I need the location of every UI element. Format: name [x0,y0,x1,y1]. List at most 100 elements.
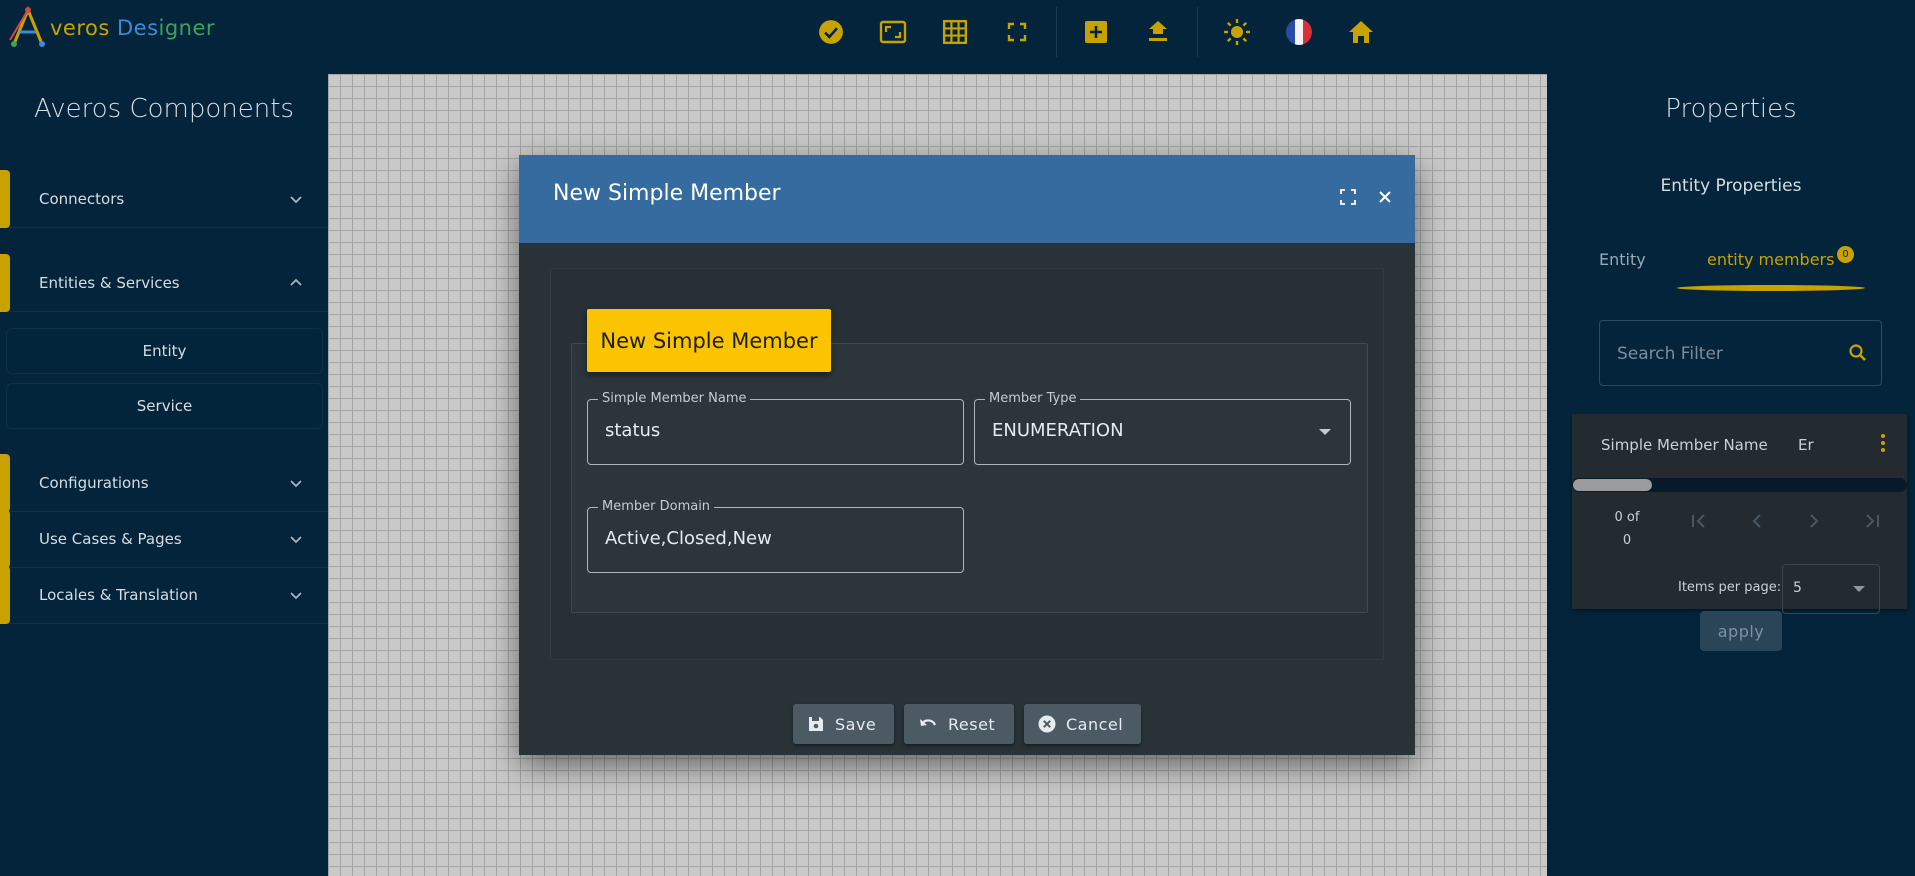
member-type-select[interactable]: Member Type ENUMERATION [974,391,1351,465]
search-filter [1599,320,1882,386]
member-domain-field[interactable]: Member Domain Active,Closed,New [587,499,964,573]
group-accent-bar [0,454,10,512]
sidebar-group-use-cases-pages[interactable]: Use Cases & Pages [0,510,328,568]
sidebar-group-label: Configurations [39,473,149,492]
field-label: Member Type [985,391,1081,407]
home-button[interactable] [1338,12,1384,52]
last-page-icon[interactable] [1862,511,1882,531]
sidebar-group-locales-translation[interactable]: Locales & Translation [0,566,328,624]
sidebar-title: Averos Components [34,94,294,124]
maximize-icon[interactable] [1339,188,1357,206]
app-logo: veros Designer [6,4,215,50]
chevron-up-icon [290,278,302,286]
members-count-badge: 0 [1837,246,1854,263]
dropdown-arrow-icon [1319,429,1331,435]
french-flag-icon [1286,19,1312,45]
active-tab-indicator [1677,285,1865,291]
simple-member-name-input[interactable]: status [605,420,660,441]
components-sidebar: Averos Components Connectors Entities & … [0,64,328,876]
chevron-down-icon [290,535,302,543]
field-label: Simple Member Name [598,391,751,407]
members-table: Simple Member Name Er 0 of 0 Items per p… [1572,414,1907,614]
close-icon[interactable] [1376,188,1394,206]
sidebar-item-service[interactable]: Service [6,383,323,429]
items-per-page-select[interactable]: 5 [1782,564,1880,614]
fit-screen-button[interactable] [870,12,916,52]
sidebar-group-label: Entities & Services [39,273,180,292]
items-per-page-label: Items per page: [1678,580,1782,595]
properties-panel: Properties Entity Properties Entity enti… [1547,64,1915,876]
next-page-icon[interactable] [1804,511,1824,531]
form-fieldset: Simple Member Name status Member Type EN… [571,343,1368,613]
check-circle-icon [819,20,843,44]
sidebar-group-entities-services[interactable]: Entities & Services [0,254,328,312]
more-vert-icon[interactable] [1874,432,1892,454]
sidebar-group-configurations[interactable]: Configurations [0,454,328,512]
column-header[interactable]: Simple Member Name [1601,436,1768,454]
dialog-title: New Simple Member [553,181,781,206]
properties-title: Properties [1665,94,1797,124]
home-icon [1349,21,1373,43]
add-button[interactable] [1073,12,1119,52]
theme-toggle-button[interactable] [1214,12,1260,52]
top-bar: veros Designer [0,0,1915,64]
toolbar-divider [1056,7,1057,57]
add-box-icon [1085,21,1107,43]
fit-screen-icon [879,20,907,44]
group-accent-bar [0,170,10,228]
cancel-icon [1038,715,1056,733]
reset-label: Reset [948,714,996,734]
chevron-down-icon [290,479,302,487]
sidebar-group-connectors[interactable]: Connectors [0,170,328,228]
tab-entity[interactable]: Entity [1599,250,1646,269]
brightness-icon [1224,19,1250,45]
cancel-button[interactable]: Cancel [1024,704,1141,744]
properties-subtitle: Entity Properties [1660,176,1802,196]
dropdown-arrow-icon [1853,586,1865,592]
items-per-page-value: 5 [1793,580,1802,596]
previous-page-icon[interactable] [1747,511,1767,531]
member-domain-input[interactable]: Active,Closed,New [605,528,772,549]
app-logo-text: veros Designer [50,16,216,40]
paginator-range-top: 0 of [1614,510,1640,525]
column-header[interactable]: Er [1798,436,1814,454]
new-simple-member-dialog: New Simple Member Simple Member Name sta… [519,155,1415,755]
apply-button[interactable]: apply [1700,611,1782,651]
sidebar-group-label: Locales & Translation [39,585,198,604]
canvas-top-strip [328,64,1547,74]
grid-button[interactable] [932,12,978,52]
simple-member-name-field[interactable]: Simple Member Name status [587,391,964,465]
fullscreen-button[interactable] [994,12,1040,52]
search-input[interactable] [1617,341,1837,367]
section-title-badge: New Simple Member [587,309,831,372]
group-accent-bar [0,566,10,624]
upload-icon [1149,21,1167,41]
sidebar-group-label: Use Cases & Pages [39,529,182,548]
scrollbar-thumb[interactable] [1573,479,1652,491]
save-button[interactable]: Save [793,704,894,744]
chevron-down-icon [290,591,302,599]
first-page-icon[interactable] [1689,511,1709,531]
validate-button[interactable] [808,12,854,52]
paginator-range-bottom: 0 [1622,533,1632,548]
grid-icon [942,19,968,45]
sidebar-item-entity[interactable]: Entity [6,328,323,374]
reset-button[interactable]: Reset [904,704,1014,744]
toolbar-divider [1197,7,1198,57]
upload-button[interactable] [1135,12,1181,52]
field-label: Member Domain [598,499,715,515]
horizontal-scrollbar[interactable] [1572,478,1907,492]
group-accent-bar [0,510,10,568]
fullscreen-icon [1007,22,1027,42]
member-type-value: ENUMERATION [992,420,1124,441]
logo-a-icon [9,6,45,47]
main-toolbar [800,7,1392,57]
language-button[interactable] [1276,12,1322,52]
search-icon[interactable] [1847,342,1869,364]
group-accent-bar [0,254,10,312]
form-card: Simple Member Name status Member Type EN… [550,268,1384,660]
save-label: Save [835,714,877,734]
cancel-label: Cancel [1066,714,1124,734]
tab-entity-members[interactable]: entity members [1707,250,1834,269]
dialog-header: New Simple Member [519,155,1415,243]
